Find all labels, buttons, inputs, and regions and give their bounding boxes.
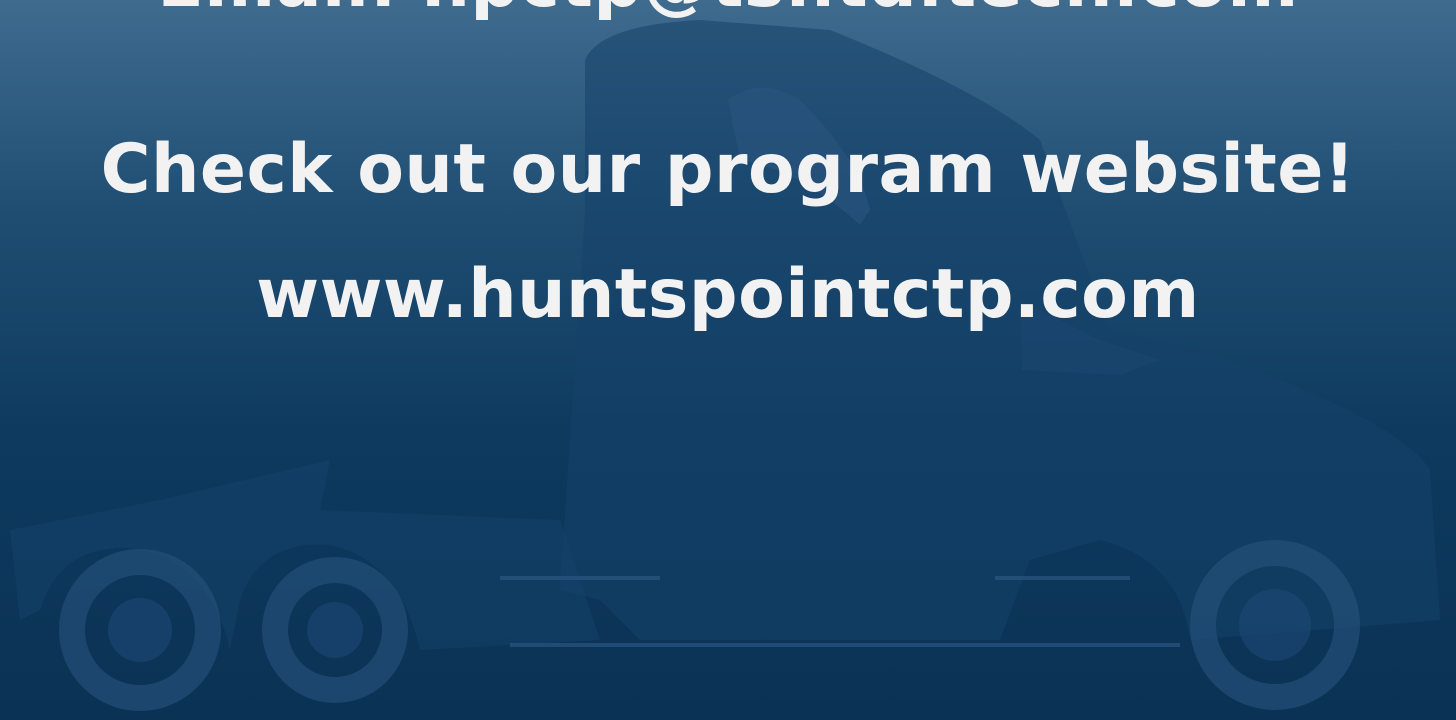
cta-heading: Check out our program website!: [100, 130, 1356, 209]
slide: Email: hpctp@ts.itd.tech.com Check out o…: [0, 0, 1456, 720]
semi-truck-silhouette-icon: [10, 20, 1440, 711]
website-link[interactable]: www.huntspointctp.com: [0, 255, 1456, 334]
email-line: Email: hpctp@ts.itd.tech.com: [0, 0, 1456, 23]
